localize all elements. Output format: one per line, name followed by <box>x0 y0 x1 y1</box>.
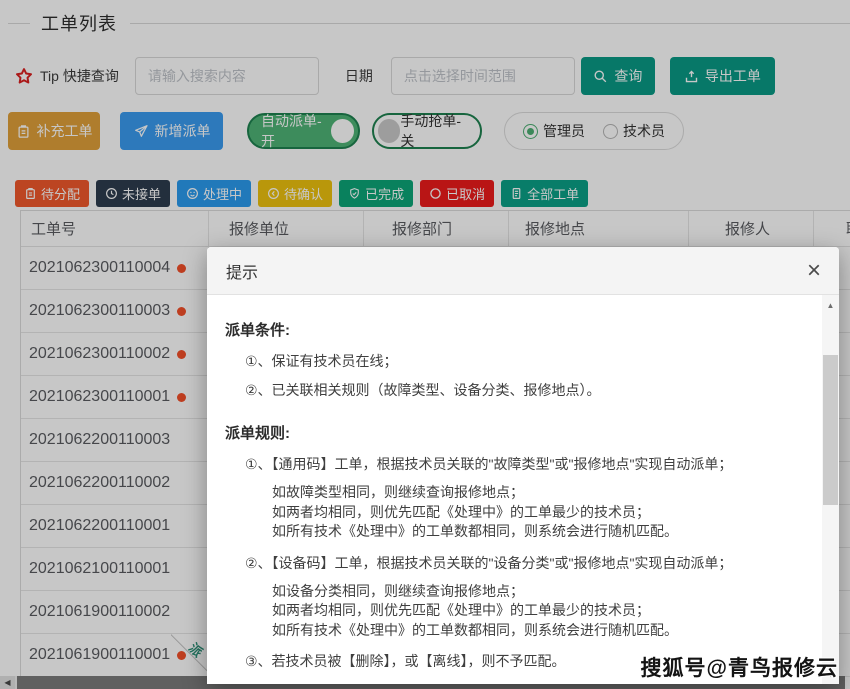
rule-sub-item: 如设备分类相同，则继续查询报修地点； <box>272 582 812 602</box>
dialog-body: 派单条件: ①、保证有技术员在线； ②、已关联相关规则（故障类型、设备分类、报修… <box>207 295 822 684</box>
section-heading: 派单规则: <box>225 422 812 443</box>
rule-sub-item: 如故障类型相同，则继续查询报修地点； <box>272 483 812 503</box>
rule-sub-item: 如两者均相同，则优先匹配《处理中》的工单最少的技术员； <box>272 503 812 523</box>
dialog-title: 提示 <box>226 259 803 283</box>
rule-item: ②、【设备码】工单，根据技术员关联的"设备分类"或"报修地点"实现自动派单； <box>225 555 812 571</box>
rule-sub-item: 如所有技术《处理中》的工单数都相同，则系统会进行随机匹配。 <box>272 621 812 641</box>
work-order-page: 工单列表 Tip 快捷查询 日期 查询 导出工单 <box>0 0 850 689</box>
rule-sub-list: 如设备分类相同，则继续查询报修地点； 如两者均相同，则优先匹配《处理中》的工单最… <box>225 582 812 641</box>
dispatch-rules-dialog: 提示 × 派单条件: ①、保证有技术员在线； ②、已关联相关规则（故障类型、设备… <box>207 247 839 684</box>
scroll-up-icon[interactable]: ▲ <box>822 297 839 313</box>
rule-sub-item: 如所有技术《处理中》的工单数都相同，则系统会进行随机匹配。 <box>272 522 812 542</box>
close-icon[interactable]: × <box>803 257 825 285</box>
rule-sub-item: 如两者均相同，则优先匹配《处理中》的工单最少的技术员； <box>272 601 812 621</box>
watermark: 搜狐号@青鸟报修云 <box>641 652 838 682</box>
dialog-scrollbar[interactable]: ▲ ▼ <box>822 295 839 684</box>
rule-item: ②、已关联相关规则（故障类型、设备分类、报修地点）。 <box>225 382 812 398</box>
section-heading: 派单条件: <box>225 319 812 340</box>
rule-sub-list: 如故障类型相同，则继续查询报修地点； 如两者均相同，则优先匹配《处理中》的工单最… <box>225 483 812 542</box>
dialog-header: 提示 × <box>207 247 839 295</box>
rule-item: ①、【通用码】工单，根据技术员关联的"故障类型"或"报修地点"实现自动派单； <box>225 456 812 472</box>
dialog-scrollbar-thumb[interactable] <box>823 355 838 505</box>
rule-item: ①、保证有技术员在线； <box>225 353 812 369</box>
